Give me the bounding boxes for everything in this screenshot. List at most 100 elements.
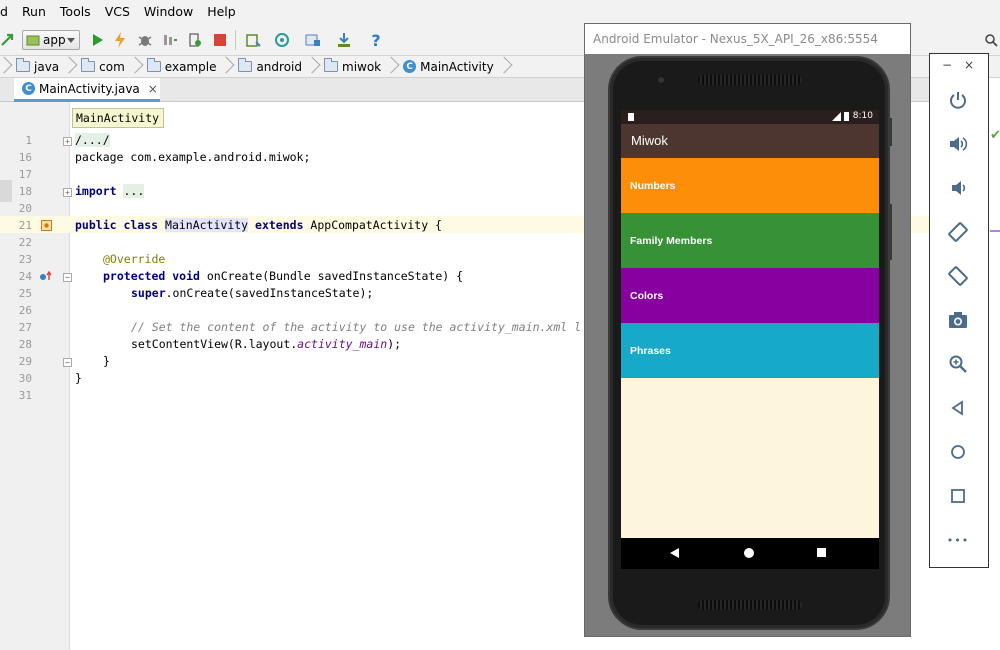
line-number: 30 [18,372,32,385]
line-number: 25 [18,287,32,300]
overview-icon [951,489,965,503]
rotate-left-button[interactable] [945,219,971,245]
sim-icon [628,113,634,121]
screenshot-button[interactable] [945,307,971,333]
rotate-right-button[interactable] [945,263,971,289]
line-number: 20 [18,202,32,215]
minimize-icon[interactable]: − [942,58,952,72]
chevron-right-icon [306,56,316,78]
run-config-select[interactable]: app [22,30,80,50]
profile-icon[interactable] [184,29,206,51]
close-icon[interactable]: × [964,58,974,72]
fold-collapse-icon[interactable]: − [63,358,72,367]
breadcrumb-item-mainactivity[interactable]: C MainActivity [399,56,512,78]
debug-icon[interactable] [134,29,156,51]
device-nav-bar [621,538,879,569]
code-line-28: setContentView(R.layout.activity_main); [131,337,402,351]
sync-gradle-icon[interactable] [242,29,264,51]
android-app-icon [26,35,40,46]
breadcrumb-item-root[interactable] [0,56,12,78]
breadcrumb-item-miwok[interactable]: miwok [320,56,399,78]
menu-tools[interactable]: Tools [53,0,98,24]
home-icon[interactable] [744,548,754,558]
volume-up-button[interactable] [945,131,971,157]
fold-expand-icon[interactable]: + [63,137,72,146]
folder-icon [324,58,338,72]
category-numbers[interactable]: Numbers [621,158,879,213]
stop-icon[interactable] [209,29,231,51]
line-number: 16 [18,151,32,164]
home-button[interactable] [945,439,971,465]
overview-icon[interactable] [817,548,826,557]
folder-icon [146,58,161,72]
breadcrumb-item-example[interactable]: example [143,56,235,78]
more-icon[interactable]: ••• [945,527,971,553]
category-colors[interactable]: Colors [621,268,879,323]
line-number: 26 [18,304,32,317]
rotate-left-icon [948,222,968,242]
hardware-volume-button[interactable] [888,204,892,260]
category-family-members[interactable]: Family Members [621,213,879,268]
class-name-tooltip: MainActivity [72,108,164,128]
line-number: 18 [18,185,32,198]
class-gutter-icon[interactable] [41,220,52,231]
line-number: 17 [18,168,32,181]
emulator-controls-panel: − × ••• [929,53,989,568]
zoom-button[interactable] [945,351,971,377]
make-project-icon[interactable] [0,29,18,51]
menu-help[interactable]: Help [200,0,243,24]
power-icon [950,92,966,109]
close-tab-icon[interactable]: × [148,82,158,96]
folder-icon [238,58,253,72]
device-screen[interactable]: 8:10 Miwok Numbers Family Members Colors… [621,110,879,569]
menu-bar: d Run Tools VCS Window Help [0,0,1000,24]
overview-button[interactable] [945,483,971,509]
attach-debugger-icon[interactable] [159,29,181,51]
back-icon[interactable] [670,548,679,558]
tab-mainactivity-java[interactable]: C MainActivity.java × [14,78,160,102]
code-line-21: public class MainActivity extends AppCom… [75,218,442,232]
class-icon: C [22,82,35,95]
breadcrumb-item-android[interactable]: android [234,56,320,78]
power-button[interactable] [945,87,971,113]
bottom-speaker [698,600,802,610]
menu-vcs[interactable]: VCS [98,0,137,24]
apply-changes-icon[interactable] [109,29,131,51]
line-number: 27 [18,321,32,334]
code-line-25: super.onCreate(savedInstanceState); [131,286,374,300]
line-number: 28 [18,338,32,351]
rotate-right-icon [948,266,968,286]
menu-build[interactable]: d [0,0,15,24]
code-line-29: } [103,354,110,368]
breadcrumb-item-java[interactable]: java [12,56,77,78]
sdk-manager-icon[interactable] [333,29,355,51]
code-line-16: package com.example.android.miwok; [75,150,311,164]
chevron-right-icon [0,56,8,78]
back-icon [951,400,963,416]
status-bar: 8:10 [621,110,879,124]
home-icon [951,445,965,459]
chevron-down-icon [67,37,75,43]
camera-icon [949,312,967,328]
line-number: 21 [18,219,32,232]
project-structure-icon[interactable] [302,29,324,51]
menu-window[interactable]: Window [137,0,200,24]
override-gutter-icon[interactable] [39,270,52,282]
search-everywhere-icon[interactable] [980,29,1000,51]
hardware-power-button[interactable] [888,118,892,146]
back-button[interactable] [945,395,971,421]
line-number: 1 [25,134,32,147]
line-number: 24 [18,270,32,283]
fold-expand-icon[interactable]: + [63,188,72,197]
menu-run[interactable]: Run [15,0,53,24]
avd-manager-icon[interactable] [271,29,293,51]
category-phrases[interactable]: Phrases [621,323,879,378]
emulator-title-bar[interactable]: Android Emulator - Nexus_5X_API_26_x86:5… [585,24,910,54]
breadcrumb-item-com[interactable]: com [77,56,143,78]
fold-collapse-icon[interactable]: − [63,273,72,282]
help-icon[interactable]: ? [365,29,387,51]
chevron-right-icon [385,56,395,78]
volume-down-button[interactable] [945,175,971,201]
chevron-right-icon [220,56,230,78]
run-icon[interactable] [86,29,108,51]
